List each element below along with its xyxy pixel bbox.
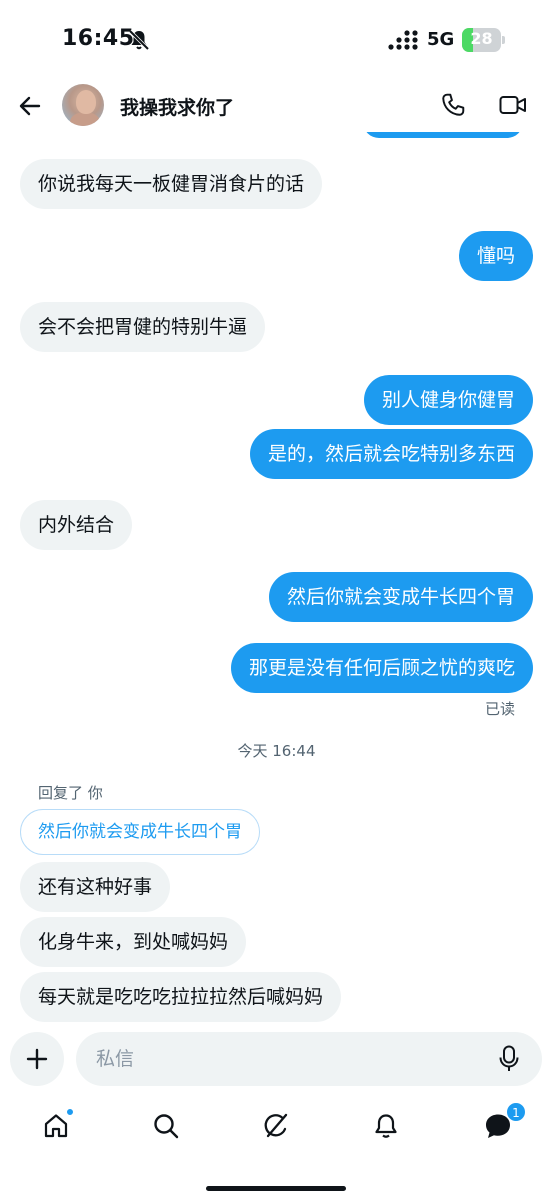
voice-call-button[interactable] [438, 90, 468, 120]
video-icon [499, 96, 526, 114]
grok-icon [264, 1113, 288, 1138]
phone-icon [442, 93, 465, 116]
contact-name[interactable]: 我操我求你了 [120, 93, 234, 120]
notification-dot [66, 1108, 74, 1116]
battery-icon: 28 [462, 28, 506, 52]
status-bar: 16:45 5G 28 [0, 0, 553, 80]
add-attachment-button[interactable] [10, 1032, 64, 1086]
read-receipt: 已读 [484, 700, 515, 718]
back-button[interactable] [14, 90, 46, 122]
network-type: 5G [427, 29, 455, 50]
bell-icon [375, 1114, 397, 1138]
message-bubble-incoming[interactable]: 你说我每天一板健胃消食片的话 [20, 159, 323, 209]
message-bubble-incoming[interactable]: 会不会把胃健的特别牛逼 [20, 302, 266, 352]
date-separator: 今天 16:44 [237, 742, 316, 760]
nav-notifications[interactable] [366, 1106, 406, 1146]
video-call-button[interactable] [497, 90, 529, 120]
message-list[interactable]: 你说我每天一板健胃消食片的话 懂吗 会不会把胃健的特别牛逼 别人健身你健胃 是的… [0, 132, 553, 1022]
home-icon [44, 1114, 68, 1138]
back-arrow-icon [19, 96, 41, 116]
home-indicator [206, 1186, 346, 1191]
message-bubble-incoming[interactable]: 内外结合 [20, 500, 133, 550]
message-bubble-outgoing[interactable]: 那更是没有任何后顾之忧的爽吃 [230, 643, 533, 693]
bell-muted-icon [128, 29, 150, 51]
message-input[interactable] [96, 1032, 486, 1086]
signal-icon [388, 30, 418, 50]
reply-label: 回复了 你 [38, 784, 103, 802]
messages-badge: 1 [506, 1102, 526, 1122]
previous-message-bubble[interactable] [363, 132, 523, 138]
message-input-container[interactable] [76, 1032, 542, 1086]
plus-icon [26, 1048, 48, 1070]
voice-message-button[interactable] [494, 1044, 524, 1074]
message-bubble-outgoing[interactable]: 然后你就会变成牛长四个胃 [268, 572, 533, 622]
nav-home[interactable] [36, 1106, 76, 1146]
search-icon [154, 1114, 179, 1139]
nav-search[interactable] [146, 1106, 186, 1146]
avatar[interactable] [62, 84, 104, 126]
status-time: 16:45 [62, 26, 135, 51]
message-bubble-outgoing[interactable]: 懂吗 [458, 231, 533, 281]
reply-quoted-message[interactable]: 然后你就会变成牛长四个胃 [20, 809, 260, 855]
bottom-navigation: 1 [0, 1098, 553, 1158]
nav-messages[interactable]: 1 [478, 1102, 526, 1146]
battery-level: 28 [470, 29, 493, 48]
message-bubble-incoming[interactable]: 化身牛来，到处喊妈妈 [20, 917, 247, 967]
nav-grok[interactable] [256, 1106, 296, 1146]
message-bubble-outgoing[interactable]: 别人健身你健胃 [363, 375, 533, 425]
message-bubble-outgoing[interactable]: 是的，然后就会吃特别多东西 [249, 429, 533, 479]
message-bubble-incoming[interactable]: 还有这种好事 [20, 862, 171, 912]
message-composer [0, 1030, 553, 1088]
message-bubble-incoming[interactable]: 每天就是吃吃吃拉拉拉然后喊妈妈 [20, 972, 342, 1022]
mic-icon [499, 1045, 519, 1071]
conversation-header: 我操我求你了 [0, 80, 553, 132]
